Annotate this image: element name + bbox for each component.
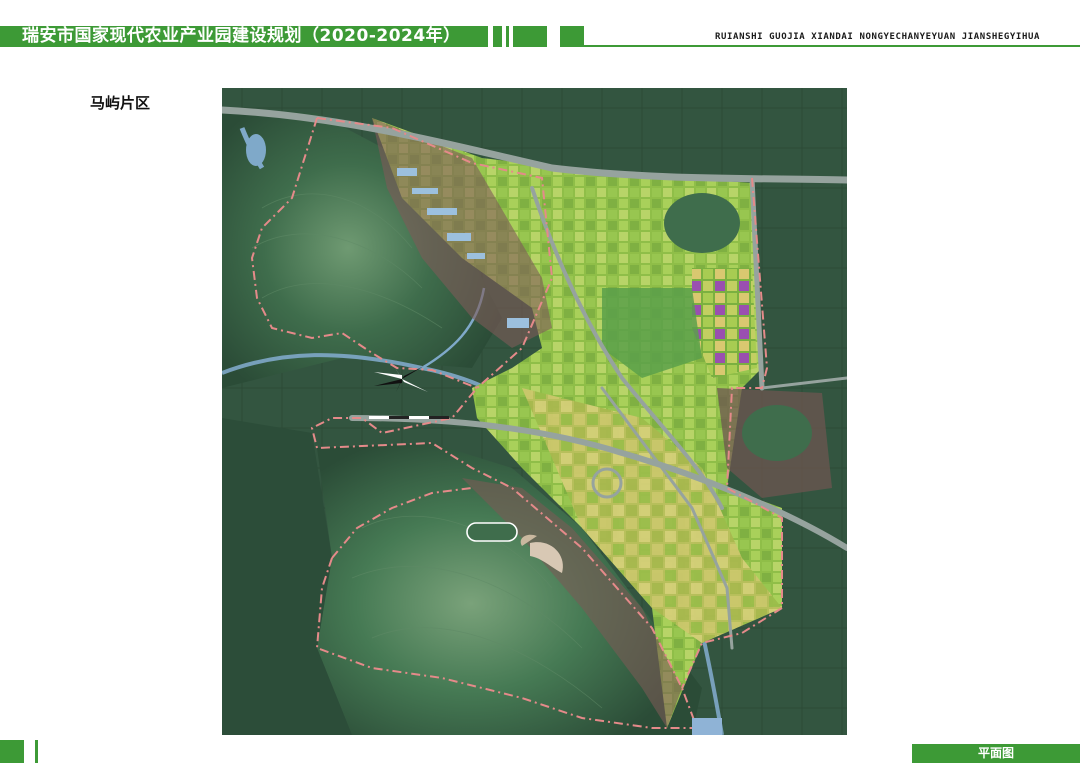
district-label: 马屿片区 [90, 94, 151, 112]
header-rule [584, 45, 1080, 47]
north-arrow-icon [374, 366, 428, 392]
page-title: 瑞安市国家现代农业产业园建设规划（2020-2024年） [22, 26, 461, 46]
master-plan-map [222, 88, 847, 735]
drawing-type-tag: 平面图 [912, 744, 1080, 763]
footer-corner-block [0, 740, 24, 763]
header-accent-block-4 [560, 26, 584, 47]
header-accent-block-3 [513, 26, 547, 47]
footer-corner-line [35, 740, 38, 763]
plan-map-graphic [222, 88, 847, 735]
page-subtitle: RUIANSHI GUOJIA XIANDAI NONGYECHANYEYUAN… [715, 32, 1040, 42]
header-accent-block-2 [506, 26, 509, 47]
header-accent-block-1 [493, 26, 502, 47]
scale-bar [369, 416, 449, 419]
